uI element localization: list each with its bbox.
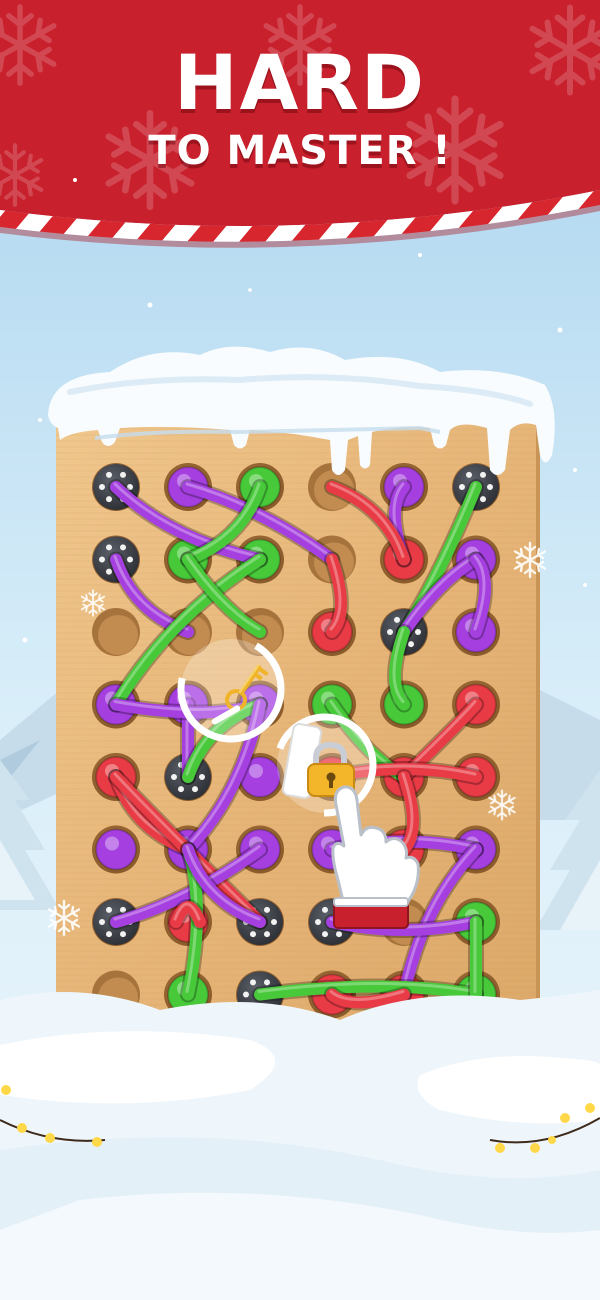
rope-red[interactable]	[396, 769, 421, 858]
headline-subtitle: TO MASTER !	[148, 128, 452, 174]
rope-green[interactable]	[252, 978, 484, 1003]
rope-red[interactable]	[324, 551, 349, 640]
rope-green[interactable]	[387, 624, 412, 713]
headline-title: HARD	[173, 38, 427, 127]
empty-hole	[92, 608, 140, 656]
snow-ground	[0, 990, 600, 1300]
game-scene	[0, 0, 600, 1300]
rope-green[interactable]	[467, 914, 485, 1003]
rope-pin[interactable]	[92, 825, 140, 874]
